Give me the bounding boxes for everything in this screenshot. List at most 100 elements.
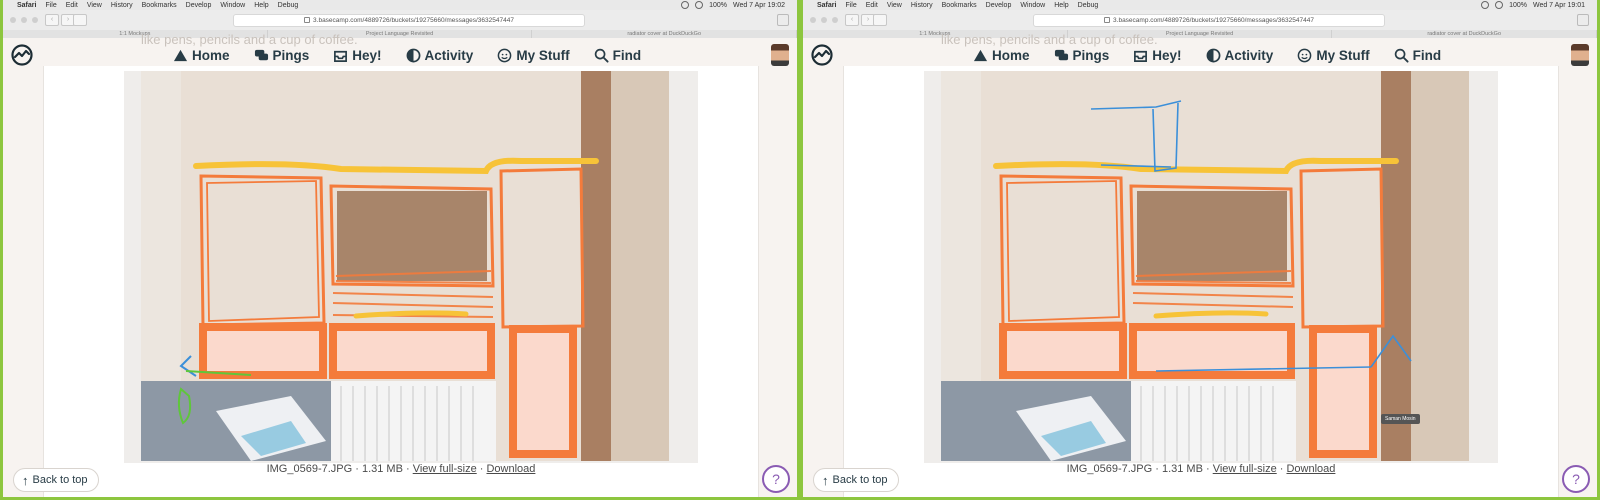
clock[interactable]: Wed 7 Apr 19:02 [733,2,785,9]
nav-home-label: Home [992,48,1030,63]
activity-icon [406,48,420,63]
nav-buttons: ‹ › [845,14,875,26]
status-icon[interactable] [1481,1,1490,9]
nav-find[interactable]: Find [1394,48,1441,63]
nav-activity-label: Activity [1224,48,1274,63]
status-icon[interactable] [1495,1,1504,9]
menu-debug[interactable]: Debug [278,2,299,9]
menu-file[interactable]: File [45,2,56,9]
arrow-up-icon: ↑ [22,472,29,488]
clock[interactable]: Wed 7 Apr 19:01 [1533,2,1585,9]
basecamp-page: like pens, pencils and a cup of coffee. … [3,32,797,497]
nav-find-label: Find [612,48,642,63]
nav-find[interactable]: Find [594,48,642,63]
status-icon[interactable] [681,1,690,9]
find-icon [594,48,609,63]
tab-bar: 1:1 Mockups Project Language Revisited r… [803,30,1597,38]
url-text: 3.basecamp.com/4889726/buckets/19275660/… [1113,17,1314,24]
annotated-photo[interactable]: Saman Mosin [941,71,1469,461]
menu-file[interactable]: File [845,2,856,9]
menu-develop[interactable]: Develop [986,2,1012,9]
status-icon[interactable] [695,1,704,9]
nav-pings[interactable]: Pings [1054,48,1110,63]
address-bar[interactable]: 3.basecamp.com/4889726/buckets/19275660/… [1033,14,1385,27]
hey-icon [1134,50,1148,62]
faded-message-text: like pens, pencils and a cup of coffee. [141,32,358,47]
menu-history[interactable]: History [911,2,933,9]
back-to-top-button[interactable]: ↑ Back to top [813,468,899,492]
menu-window[interactable]: Window [1020,2,1045,9]
nav-activity[interactable]: Activity [406,48,473,63]
menu-view[interactable]: View [87,2,102,9]
nav-mystuff[interactable]: My Stuff [497,48,570,63]
minimize-window-icon[interactable] [821,17,827,23]
menu-develop[interactable]: Develop [186,2,212,9]
menu-view[interactable]: View [887,2,902,9]
arrow-up-icon: ↑ [822,472,829,488]
menu-bar: Safari File Edit View History Bookmarks … [3,0,797,10]
nav-activity[interactable]: Activity [1206,48,1274,63]
help-button[interactable]: ? [762,465,790,493]
help-button[interactable]: ? [1562,465,1590,493]
share-icon[interactable] [777,14,789,26]
lock-icon [1104,17,1111,24]
screen-left: Safari File Edit View History Bookmarks … [3,0,797,497]
screen-right: Safari File Edit View History Bookmarks … [803,0,1597,497]
sidebar-icon[interactable] [873,14,887,26]
attachment-sheet: Saman Mosin IMG_0569-7.JPG · 1.31 MB · V… [843,66,1559,497]
tab-radiator-cover[interactable]: radiator cover at DuckDuckGo [1332,30,1597,38]
basecamp-logo-icon[interactable] [811,44,833,66]
menu-bookmarks[interactable]: Bookmarks [942,2,977,9]
window-controls [810,17,838,23]
menu-history[interactable]: History [111,2,133,9]
menu-edit[interactable]: Edit [66,2,78,9]
home-icon [973,49,988,62]
nav-pings-label: Pings [272,48,310,63]
nav-hey-label: Hey! [352,48,382,63]
menu-edit[interactable]: Edit [866,2,878,9]
menu-window[interactable]: Window [220,2,245,9]
menu-app[interactable]: Safari [17,2,36,9]
menu-bookmarks[interactable]: Bookmarks [142,2,177,9]
avatar[interactable] [771,44,789,66]
user-tooltip: Saman Mosin [1381,414,1420,424]
tab-radiator-cover[interactable]: radiator cover at DuckDuckGo [532,30,797,38]
nav-hey[interactable]: Hey! [1133,48,1182,63]
nav-hey[interactable]: Hey! [333,48,382,63]
nav-pings[interactable]: Pings [254,48,310,63]
main-nav: Home Pings Hey! Activity My Stuff Find [973,48,1441,63]
basecamp-page: like pens, pencils and a cup of coffee. … [803,32,1597,497]
share-icon[interactable] [1577,14,1589,26]
minimize-window-icon[interactable] [21,17,27,23]
pings-icon [254,49,268,61]
address-bar[interactable]: 3.basecamp.com/4889726/buckets/19275660/… [233,14,585,27]
avatar[interactable] [1571,44,1589,66]
status-area: 100% Wed 7 Apr 19:01 [1481,1,1597,9]
back-icon[interactable]: ‹ [845,14,859,26]
nav-home[interactable]: Home [973,48,1030,63]
menu-help[interactable]: Help [254,2,268,9]
close-window-icon[interactable] [810,17,816,23]
find-icon [1394,48,1409,63]
menu-bar: Safari File Edit View History Bookmarks … [803,0,1597,10]
nav-pings-label: Pings [1072,48,1110,63]
menu-app[interactable]: Safari [817,2,836,9]
basecamp-logo-icon[interactable] [11,44,33,66]
browser-toolbar: ‹ › 3.basecamp.com/4889726/buckets/19275… [803,10,1597,31]
menu-debug[interactable]: Debug [1078,2,1099,9]
close-window-icon[interactable] [10,17,16,23]
nav-buttons: ‹ › [45,14,75,26]
back-to-top-button[interactable]: ↑ Back to top [13,468,99,492]
nav-home[interactable]: Home [173,48,230,63]
menu-help[interactable]: Help [1054,2,1068,9]
sidebar-icon[interactable] [73,14,87,26]
annotated-photo[interactable] [141,71,669,461]
battery-label: 100% [709,1,727,9]
zoom-window-icon[interactable] [32,17,38,23]
activity-icon [1206,48,1220,63]
zoom-window-icon[interactable] [832,17,838,23]
battery-label: 100% [1509,1,1527,9]
nav-hey-label: Hey! [1152,48,1182,63]
nav-mystuff[interactable]: My Stuff [1297,48,1370,63]
back-icon[interactable]: ‹ [45,14,59,26]
